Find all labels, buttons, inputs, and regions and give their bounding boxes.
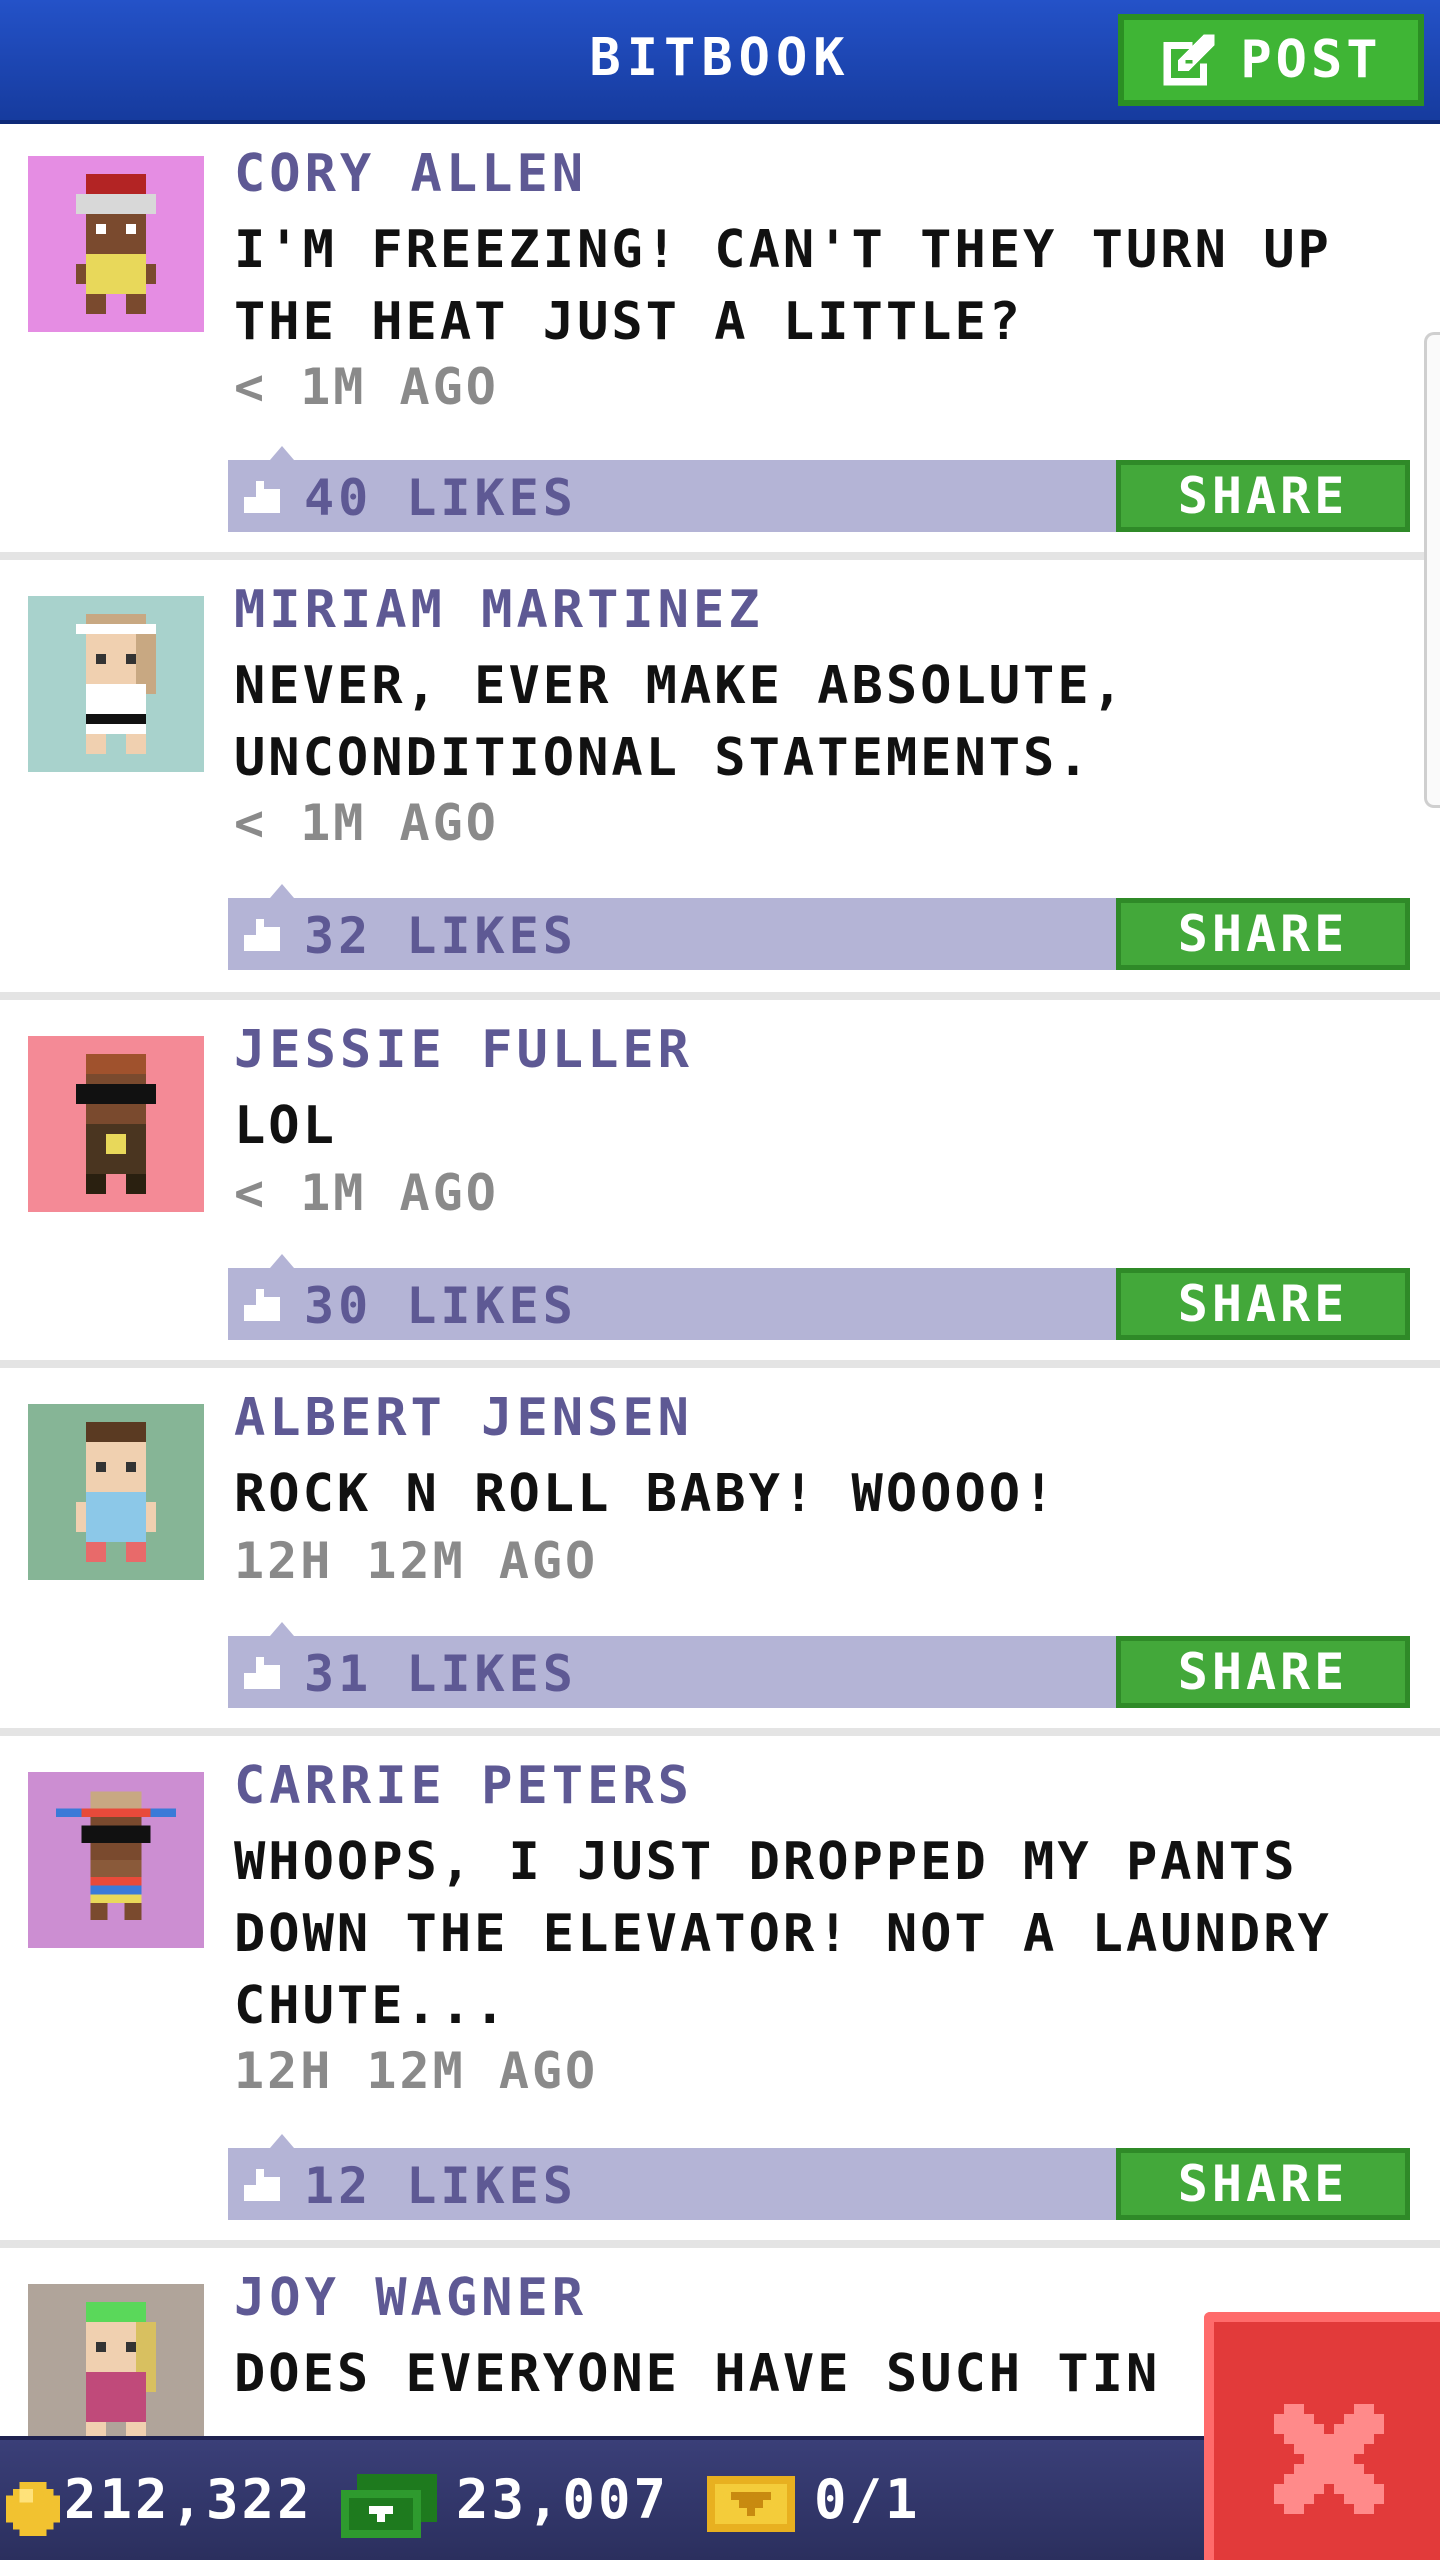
avatar[interactable] [28, 156, 204, 332]
likes-count: 31 LIKES [304, 1645, 577, 1703]
post-message: NEVER, EVER MAKE ABSOLUTE, UNCONDITIONAL… [234, 656, 1126, 788]
share-button[interactable]: SHARE [1116, 1268, 1410, 1340]
avatar[interactable] [28, 1036, 204, 1212]
scroll-handle[interactable] [1424, 332, 1440, 808]
post-author[interactable]: MIRIAM MARTINEZ [234, 580, 764, 640]
like-icon[interactable] [244, 1656, 280, 1690]
avatar[interactable] [28, 596, 204, 772]
likes-count: 40 LIKES [304, 469, 577, 527]
post-author[interactable]: JOY WAGNER [234, 2268, 587, 2328]
avatar[interactable] [28, 2284, 204, 2436]
post-time: < 1M AGO [234, 794, 499, 852]
likes-bar: 31 LIKES SHARE [228, 1622, 1410, 1708]
feed-post: ALBERT JENSEN ROCK N ROLL BABY! WOOOO! 1… [0, 1368, 1440, 1736]
likes-count: 12 LIKES [304, 2157, 577, 2215]
post-message: LOL [234, 1096, 337, 1156]
avatar[interactable] [28, 1404, 204, 1580]
post-author[interactable]: JESSIE FULLER [234, 1020, 693, 1080]
coin-icon [6, 2482, 60, 2536]
post-time: < 1M AGO [234, 358, 499, 416]
like-icon[interactable] [244, 1288, 280, 1322]
share-button[interactable]: SHARE [1116, 1636, 1410, 1708]
post-divider [0, 992, 1440, 1000]
likes-count: 32 LIKES [304, 907, 577, 965]
edit-icon [1164, 34, 1215, 86]
share-button[interactable]: SHARE [1116, 898, 1410, 970]
feed-post: JESSIE FULLER LOL < 1M AGO 30 LIKES SHAR… [0, 1000, 1440, 1368]
post-message: WHOOPS, I JUST DROPPED MY PANTS DOWN THE… [234, 1832, 1332, 2036]
post-divider [0, 1360, 1440, 1368]
post-time: < 1M AGO [234, 1164, 499, 1222]
post-button-label: POST [1240, 30, 1382, 90]
feed-post: CARRIE PETERS WHOOPS, I JUST DROPPED MY … [0, 1736, 1440, 2248]
post-author[interactable]: CARRIE PETERS [234, 1756, 693, 1816]
post-author[interactable]: ALBERT JENSEN [234, 1388, 693, 1448]
post-message: ROCK N ROLL BABY! WOOOO! [234, 1464, 1058, 1524]
post-button[interactable]: POST [1118, 14, 1424, 106]
like-icon[interactable] [244, 480, 280, 514]
ticket-icon [707, 2476, 795, 2532]
close-button[interactable] [1204, 2312, 1440, 2560]
like-icon[interactable] [244, 918, 280, 952]
post-divider [0, 1728, 1440, 1736]
post-author[interactable]: CORY ALLEN [234, 144, 587, 204]
post-time: 12H 12M AGO [234, 2042, 599, 2100]
feed-post: MIRIAM MARTINEZ NEVER, EVER MAKE ABSOLUT… [0, 560, 1440, 1000]
tickets-count: 0/1 [814, 2468, 921, 2531]
bux-count: 23,007 [456, 2468, 670, 2531]
news-feed[interactable]: CORY ALLEN I'M FREEZING! CAN'T THEY TURN… [0, 128, 1440, 2436]
close-icon [1274, 2404, 1384, 2514]
avatar[interactable] [28, 1772, 204, 1948]
app-header: BITBOOK POST [0, 0, 1440, 124]
share-button[interactable]: SHARE [1116, 2148, 1410, 2220]
likes-bar: 30 LIKES SHARE [228, 1254, 1410, 1340]
likes-bar: 12 LIKES SHARE [228, 2134, 1410, 2220]
likes-bar: 40 LIKES SHARE [228, 446, 1410, 532]
post-divider [0, 552, 1440, 560]
post-divider [0, 2240, 1440, 2248]
cash-icon [341, 2474, 437, 2538]
post-message: I'M FREEZING! CAN'T THEY TURN UP THE HEA… [234, 220, 1332, 352]
likes-bar: 32 LIKES SHARE [228, 884, 1410, 970]
like-icon[interactable] [244, 2168, 280, 2202]
coins-count: 212,322 [64, 2468, 313, 2531]
post-time: 12H 12M AGO [234, 1532, 599, 1590]
likes-count: 30 LIKES [304, 1277, 577, 1335]
feed-post: CORY ALLEN I'M FREEZING! CAN'T THEY TURN… [0, 128, 1440, 560]
share-button[interactable]: SHARE [1116, 460, 1410, 532]
